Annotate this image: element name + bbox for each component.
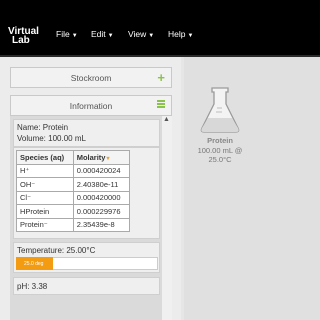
chevron-down-icon: ▼ (107, 33, 114, 39)
erlenmeyer-flask-icon[interactable] (186, 84, 254, 136)
scroll-up-icon[interactable]: ▲ (163, 116, 170, 123)
molarity-cell: 2.40380e-11 (72, 177, 131, 192)
molarity-cell: 0.000420024 (72, 163, 131, 178)
menu-icon[interactable] (157, 100, 165, 109)
column-molarity-label: Molarity (76, 152, 106, 162)
information-title: Information (69, 101, 113, 111)
column-species[interactable]: Species (aq) (16, 150, 74, 165)
menu-edit[interactable]: Edit ▼ (91, 29, 114, 39)
stockroom-header[interactable]: Stockroom + (10, 67, 172, 88)
chevron-down-icon: ▼ (187, 33, 194, 39)
logo-line2: Lab (12, 35, 30, 46)
table-row: OH⁻ 2.40380e-11 (16, 177, 131, 192)
information-header[interactable]: Information (10, 95, 172, 116)
flask-detail: 100.00 mL @ 25.0°C (197, 146, 243, 164)
temperature-label: Temperature: 25.00°C (17, 246, 96, 255)
molarity-cell: 0.000229976 (72, 204, 131, 219)
species-table: Species (aq) Molarity▾ H⁺ 0.000420024 OH⁻… (16, 150, 131, 232)
stockroom-title: Stockroom (70, 73, 112, 83)
molarity-cell: 2.35439e-8 (72, 217, 131, 232)
plus-icon[interactable]: + (157, 70, 165, 85)
solution-name: Name: Protein (17, 123, 69, 132)
menu-file[interactable]: File ▼ (56, 29, 78, 39)
table-row: Cl⁻ 0.000420000 (16, 190, 131, 205)
menu-edit-label: Edit (91, 29, 106, 39)
solution-volume: Volume: 100.00 mL (17, 134, 86, 143)
flask-name: Protein (207, 136, 233, 145)
chevron-down-icon: ▼ (148, 33, 155, 39)
table-header-row: Species (aq) Molarity▾ (16, 150, 131, 165)
ph-card: pH: 3.38 (13, 277, 160, 295)
menu-file-label: File (56, 29, 70, 39)
sort-arrow-icon: ▾ (106, 155, 110, 162)
table-row: H⁺ 0.000420024 (16, 163, 131, 178)
column-molarity[interactable]: Molarity▾ (72, 150, 131, 165)
species-cell: Cl⁻ (16, 190, 74, 205)
information-scrollbar[interactable]: ▲ (162, 116, 172, 320)
menu-view[interactable]: View ▼ (128, 29, 154, 39)
table-row: Protein⁻ 2.35439e-8 (16, 217, 131, 232)
menu-help[interactable]: Help ▼ (168, 29, 193, 39)
menu-view-label: View (128, 29, 147, 39)
solution-summary-card: Name: Protein Volume: 100.00 mL (13, 119, 160, 147)
species-cell: OH⁻ (16, 177, 74, 192)
table-row: HProtein 0.000229976 (16, 204, 131, 219)
species-cell: Protein⁻ (16, 217, 74, 232)
ph-value: pH: 3.38 (17, 282, 48, 291)
app-logo: Virtual Lab (8, 27, 39, 46)
menu-help-label: Help (168, 29, 186, 39)
temperature-slider-label: 25.0 deg (24, 261, 44, 267)
molarity-cell: 0.000420000 (72, 190, 131, 205)
species-cell: HProtein (16, 204, 74, 219)
species-cell: H⁺ (16, 163, 74, 178)
top-menu-bar: Virtual Lab File ▼ Edit ▼ View ▼ Help ▼ (0, 0, 320, 57)
chevron-down-icon: ▼ (71, 33, 78, 39)
